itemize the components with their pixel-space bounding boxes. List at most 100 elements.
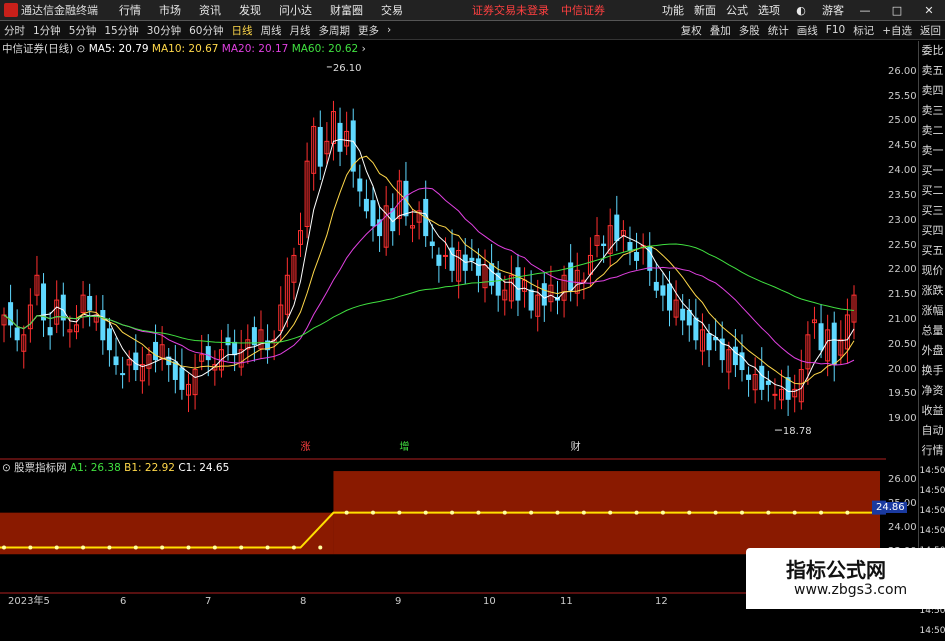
candle-body (541, 283, 547, 306)
period-tab[interactable]: 30分钟 (147, 23, 181, 38)
c1-dot (687, 510, 692, 515)
quote-field-label: 买四 (921, 224, 944, 237)
c1-dot (370, 510, 375, 515)
quote-field-label: 14:50 (919, 626, 945, 636)
candle-body (113, 356, 119, 366)
candle-body (831, 322, 837, 366)
c1-dot (713, 510, 718, 515)
candle-body (370, 200, 376, 227)
minimize-icon[interactable]: — (854, 4, 876, 17)
menu-options[interactable]: 选项 (758, 2, 780, 18)
candle-body (634, 251, 640, 261)
login-status[interactable]: 证券交易未登录 (472, 2, 549, 18)
c1-dot (133, 545, 138, 550)
stats-button[interactable]: 统计 (768, 23, 789, 38)
candle-body (120, 373, 126, 376)
menu-new-page[interactable]: 新面 (694, 2, 716, 18)
mark-button[interactable]: 标记 (853, 23, 874, 38)
candle-body (317, 126, 323, 167)
price-tick: 21.50 (888, 289, 917, 301)
period-tab[interactable]: 月线 (290, 23, 311, 38)
price-tick: 20.50 (888, 338, 917, 350)
menu-functions[interactable]: 功能 (662, 2, 684, 18)
date-tick: 12 (655, 596, 668, 607)
menu-wealth[interactable]: 财富圈 (330, 2, 363, 18)
candle-body (153, 341, 159, 361)
chevron-right-icon[interactable]: › (387, 24, 391, 36)
c1-dot (239, 545, 244, 550)
price-tick: 24.00 (888, 165, 917, 177)
close-icon[interactable]: ✕ (918, 4, 940, 17)
app-logo-icon (4, 3, 18, 17)
candle-body (232, 341, 238, 356)
date-tick: 11 (560, 596, 573, 607)
c1-dot (634, 510, 639, 515)
quote-field-label: 14:50 (919, 526, 945, 536)
c1-dot (660, 510, 665, 515)
f10-button[interactable]: F10 (826, 24, 845, 36)
quote-field-label: 买三 (921, 204, 944, 217)
sub-value-tag: 24.86 (874, 501, 907, 513)
candle-body (693, 317, 699, 341)
date-tick: 2023年5 (8, 594, 50, 607)
c1-dot (555, 510, 560, 515)
menu-ask[interactable]: 问小达 (279, 2, 312, 18)
c1-dot (212, 545, 217, 550)
candle-body (87, 295, 93, 311)
c1-dot (318, 545, 323, 550)
period-tab[interactable]: 15分钟 (104, 23, 138, 38)
quote-field-label: 卖一 (921, 144, 944, 157)
overlay-button[interactable]: 叠加 (710, 23, 731, 38)
app-title: 通达信金融终端 (21, 4, 98, 17)
candle-body (337, 122, 343, 152)
ma-line (3, 187, 855, 366)
broker-name[interactable]: 中信证券 (561, 2, 605, 18)
price-tick: 22.50 (888, 239, 917, 251)
quote-field-label: 14:50 (919, 466, 945, 476)
user-guest[interactable]: 游客 (822, 2, 844, 18)
period-tab-daily[interactable]: 日线 (232, 23, 253, 38)
quote-field-label: 买五 (921, 244, 944, 257)
menu-news[interactable]: 资讯 (199, 2, 221, 18)
maximize-icon[interactable]: □ (886, 4, 908, 17)
period-tab-more[interactable]: 更多 (358, 23, 379, 38)
date-tick: 9 (395, 596, 401, 607)
price-tick: 23.50 (888, 189, 917, 201)
quote-field-label: 卖三 (921, 104, 944, 117)
sub-price-tick: 26.00 (888, 474, 917, 486)
menu-formula[interactable]: 公式 (726, 2, 748, 18)
menu-discover[interactable]: 发现 (239, 2, 261, 18)
candle-body (765, 380, 771, 385)
c1-dot (28, 545, 33, 550)
candle-body (179, 367, 185, 390)
skin-icon[interactable]: ◐ (790, 4, 812, 17)
candle-body (251, 327, 257, 346)
draw-button[interactable]: 画线 (797, 23, 818, 38)
c1-dot (529, 510, 534, 515)
quote-field-label: 总量 (921, 324, 944, 337)
period-tab[interactable]: 周线 (261, 23, 282, 38)
kline-chart[interactable]: 26.10 18.78 涨 增 财 2023年5 6 7 8 9 10 11 12 (0, 41, 886, 609)
date-tick: 6 (120, 596, 126, 607)
period-tab[interactable]: 多周期 (319, 23, 351, 38)
menu-bar: 通达信金融终端 行情 市场 资讯 发现 问小达 财富圈 交易 证券交易未登录 中… (0, 0, 945, 21)
period-tab[interactable]: 60分钟 (189, 23, 223, 38)
quote-field-label: 涨幅 (921, 304, 944, 317)
c1-dot (160, 545, 165, 550)
c1-dot (81, 545, 86, 550)
period-tab[interactable]: 5分钟 (69, 23, 97, 38)
menu-market[interactable]: 市场 (159, 2, 181, 18)
quote-field-label: 外盘 (921, 344, 944, 357)
menu-trade[interactable]: 交易 (381, 2, 403, 18)
watermark-url: www.zbgs3.com (794, 582, 908, 598)
candle-body (225, 337, 231, 346)
period-tab[interactable]: 1分钟 (33, 23, 61, 38)
add-watchlist-button[interactable]: +自选 (882, 23, 912, 38)
multi-stock-button[interactable]: 多股 (739, 23, 760, 38)
menu-quotes[interactable]: 行情 (119, 2, 141, 18)
back-button[interactable]: 返回 (920, 23, 941, 38)
high-label: 26.10 (333, 63, 362, 74)
adjust-button[interactable]: 复权 (681, 23, 702, 38)
period-tab[interactable]: 分时 (4, 23, 25, 38)
price-tick: 22.00 (888, 264, 917, 276)
